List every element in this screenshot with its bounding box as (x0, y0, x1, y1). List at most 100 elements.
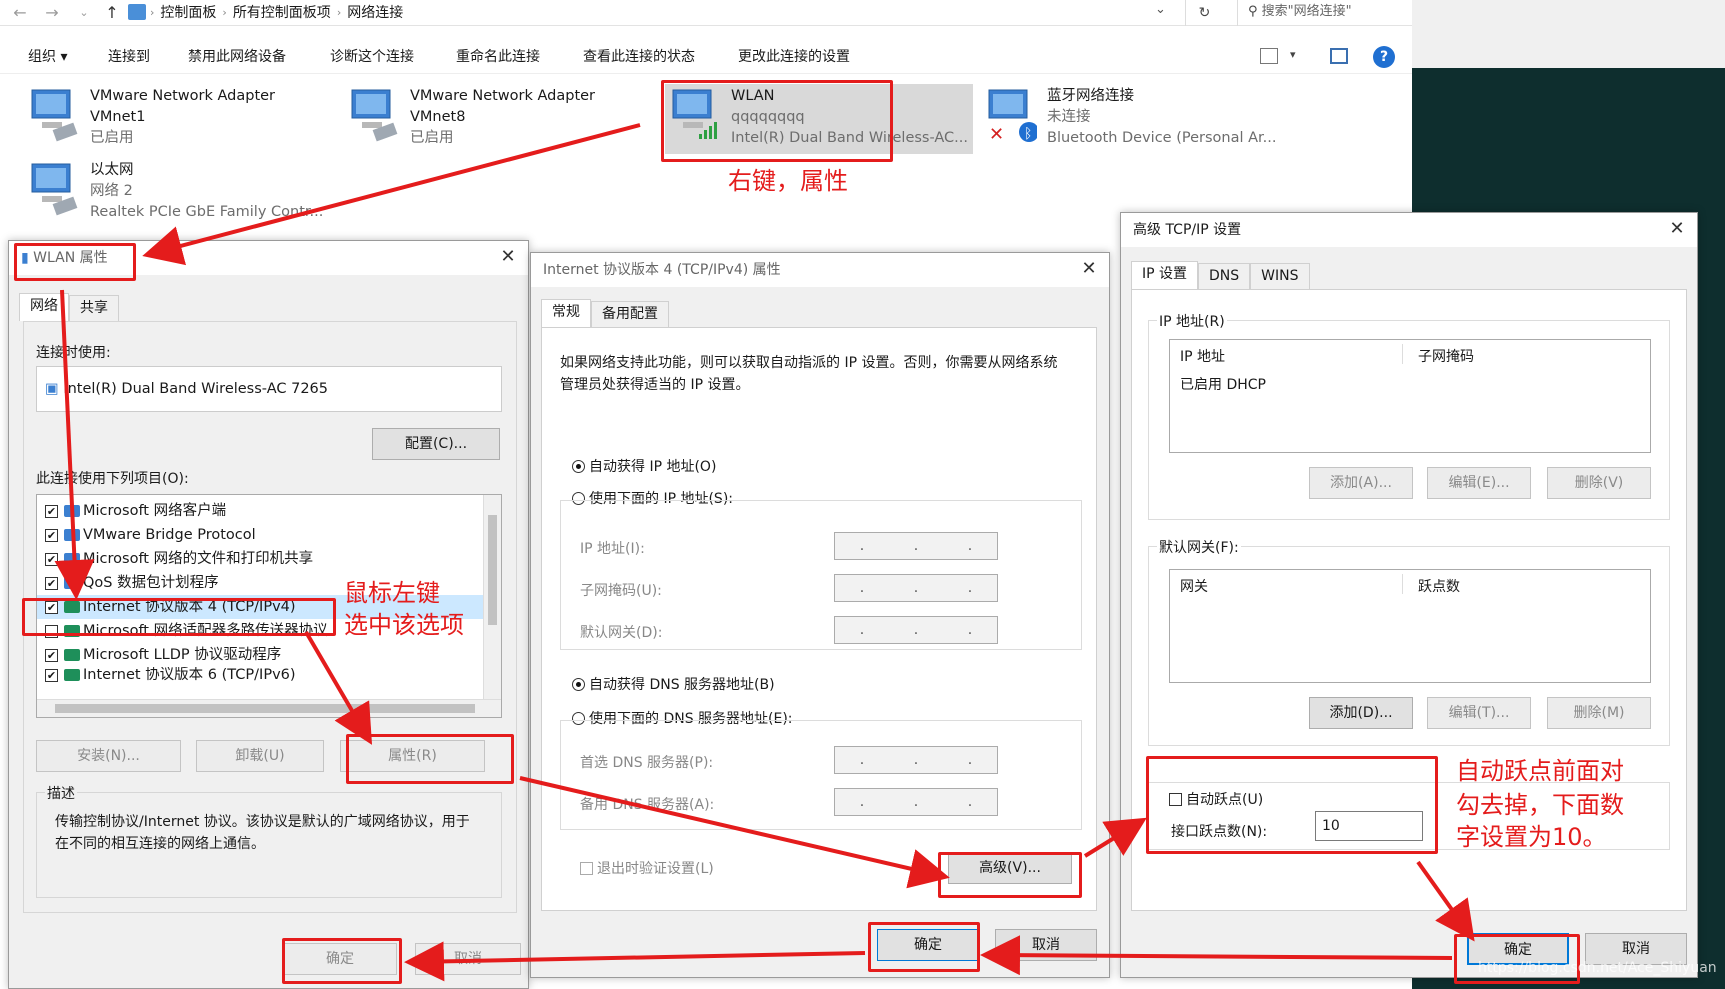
adapter-ethernet[interactable]: 以太网 网络 2 Realtek PCIe GbE Family Contr... (28, 160, 323, 226)
control-panel-icon (128, 4, 146, 20)
service-icon (64, 553, 80, 565)
checkbox[interactable]: ✔ (45, 528, 58, 542)
connect-to-button[interactable]: 连接到 (108, 40, 150, 74)
breadcrumb-item[interactable]: 网络连接 (347, 1, 403, 25)
forward-arrow-icon[interactable]: → (40, 2, 64, 24)
diagnose-button[interactable]: 诊断这个连接 (330, 40, 414, 74)
column-header-ip[interactable]: IP 地址 (1180, 346, 1225, 366)
address-dropdown-icon[interactable]: ⌄ (1155, 2, 1166, 17)
checkbox[interactable]: ✔ (45, 504, 58, 518)
search-box[interactable]: ⚲ 搜索"网络连接" (1237, 0, 1412, 26)
list-item[interactable]: ✔ Microsoft 网络客户端 (45, 499, 501, 523)
tab-network[interactable]: 网络 (19, 293, 69, 321)
auto-dns-radio[interactable]: 自动获得 DNS 服务器地址(B) (572, 674, 775, 694)
view-options-icon[interactable] (1260, 48, 1278, 64)
adapter-bluetooth[interactable]: ✕ ᛒ 蓝牙网络连接 未连接 Bluetooth Device (Personal A… (985, 86, 1276, 152)
service-icon (64, 577, 80, 589)
uninstall-button[interactable]: 卸载(U) (196, 740, 324, 772)
checkbox[interactable]: ✔ (45, 576, 58, 590)
cancel-button[interactable]: 取消 (415, 943, 521, 975)
recent-dropdown-icon[interactable]: ⌄ (72, 2, 96, 24)
column-header-mask[interactable]: 子网掩码 (1418, 346, 1474, 366)
highlight-metric (1146, 756, 1438, 854)
network-adapter-icon (348, 86, 400, 142)
adapter-status: 未连接 (1047, 109, 1091, 125)
table-row[interactable]: 已启用 DHCP (1180, 374, 1266, 394)
annotation-metric-1: 自动跃点前面对 (1456, 757, 1624, 785)
validate-checkbox[interactable]: 退出时验证设置(L) (580, 858, 714, 878)
scroll-thumb[interactable] (488, 515, 497, 625)
list-item[interactable]: ✔ VMware Bridge Protocol (45, 523, 501, 547)
list-item[interactable]: ✔ Internet 协议版本 6 (TCP/IPv6) (45, 667, 501, 683)
gateway-list[interactable]: 网关 跃点数 (1169, 569, 1651, 683)
back-arrow-icon[interactable]: ← (8, 2, 32, 24)
cancel-button[interactable]: 取消 (995, 929, 1097, 961)
rename-button[interactable]: 重命名此连接 (456, 40, 540, 74)
refresh-icon[interactable]: ↻ (1185, 0, 1223, 26)
column-header-gateway[interactable]: 网关 (1180, 576, 1208, 596)
preview-pane-icon[interactable] (1330, 48, 1348, 64)
tab-wins[interactable]: WINS (1250, 263, 1310, 289)
add-gateway-button[interactable]: 添加(D)... (1309, 697, 1413, 729)
highlight-ipv4-ok (868, 922, 980, 972)
ip-address-list[interactable]: IP 地址 子网掩码 已启用 DHCP (1169, 339, 1651, 453)
annotation-metric-2: 勾去掉，下面数 (1456, 791, 1624, 819)
preferred-dns-field[interactable]: ... (834, 746, 998, 774)
adapter-name: VMware Network Adapter (410, 88, 596, 104)
breadcrumb-item[interactable]: 控制面板 (160, 1, 216, 25)
protocol-icon (64, 649, 80, 661)
breadcrumb-item[interactable]: 所有控制面板项 (233, 1, 331, 25)
delete-ip-button[interactable]: 删除(V) (1547, 467, 1651, 499)
column-header-metric[interactable]: 跃点数 (1418, 576, 1460, 596)
close-icon[interactable]: ✕ (1079, 259, 1099, 279)
install-button[interactable]: 安装(N)... (36, 740, 181, 772)
ip-address-field[interactable]: ... (834, 532, 998, 560)
general-tab-panel: 如果网络支持此功能，则可以获取自动指派的 IP 设置。否则，你需要从网络系统管理… (541, 327, 1097, 911)
checkbox[interactable]: ✔ (45, 648, 58, 662)
checkbox[interactable]: ✔ (45, 668, 58, 682)
dialog-title: Internet 协议版本 4 (TCP/IPv4) 属性 (531, 253, 1109, 287)
vertical-scrollbar[interactable] (483, 495, 501, 699)
subnet-mask-field[interactable]: ... (834, 574, 998, 602)
delete-gateway-button[interactable]: 删除(M) (1547, 697, 1651, 729)
protocol-icon (64, 529, 80, 541)
tab-general[interactable]: 常规 (541, 299, 591, 327)
tab-alternate[interactable]: 备用配置 (591, 301, 669, 327)
adapter-network: 网络 2 (90, 183, 133, 199)
edit-gateway-button[interactable]: 编辑(T)... (1427, 697, 1531, 729)
list-item[interactable]: ✔ Microsoft LLDP 协议驱动程序 (45, 643, 501, 667)
network-adapter-icon (28, 160, 80, 216)
auto-ip-radio[interactable]: 自动获得 IP 地址(O) (572, 456, 716, 476)
subnet-mask-label: 子网掩码(U): (580, 583, 662, 599)
disable-device-button[interactable]: 禁用此网络设备 (188, 40, 286, 74)
tab-sharing[interactable]: 共享 (69, 295, 119, 321)
search-icon: ⚲ (1248, 4, 1262, 19)
close-icon[interactable]: ✕ (1667, 219, 1687, 239)
list-item[interactable]: ✔ Microsoft 网络的文件和打印机共享 (45, 547, 501, 571)
horizontal-scrollbar[interactable] (37, 699, 501, 717)
tab-dns[interactable]: DNS (1198, 263, 1251, 289)
up-arrow-icon[interactable]: ↑ (100, 2, 124, 24)
edit-ip-button[interactable]: 编辑(E)... (1427, 467, 1531, 499)
adapter-network: VMnet8 (410, 109, 466, 125)
alternate-dns-field[interactable]: ... (834, 788, 998, 816)
change-settings-button[interactable]: 更改此连接的设置 (738, 40, 850, 74)
adapter-vmnet1[interactable]: VMware Network Adapter VMnet1 已启用 (28, 86, 275, 152)
organize-button[interactable]: 组织 ▾ (28, 40, 67, 74)
highlight-adv-ok (1454, 934, 1580, 984)
adapter-vmnet8[interactable]: VMware Network Adapter VMnet8 已启用 (348, 86, 595, 152)
view-dropdown-icon[interactable]: ▾ (1290, 48, 1296, 61)
advanced-tcpip-dialog: 高级 TCP/IP 设置 ✕ IP 设置 DNS WINS IP 地址(R) I… (1120, 212, 1698, 978)
tab-strip: IP 设置 DNS WINS (1131, 261, 1310, 289)
close-icon[interactable]: ✕ (498, 247, 518, 267)
scroll-thumb[interactable] (55, 704, 475, 713)
configure-button[interactable]: 配置(C)... (372, 428, 500, 460)
bluetooth-adapter-icon: ✕ ᛒ (985, 86, 1039, 145)
add-ip-button[interactable]: 添加(A)... (1309, 467, 1413, 499)
help-icon[interactable]: ? (1373, 46, 1395, 68)
preferred-dns-label: 首选 DNS 服务器(P): (580, 755, 714, 771)
tab-ip-settings[interactable]: IP 设置 (1131, 261, 1199, 289)
checkbox[interactable]: ✔ (45, 552, 58, 566)
gateway-field[interactable]: ... (834, 616, 998, 644)
view-status-button[interactable]: 查看此连接的状态 (583, 40, 695, 74)
